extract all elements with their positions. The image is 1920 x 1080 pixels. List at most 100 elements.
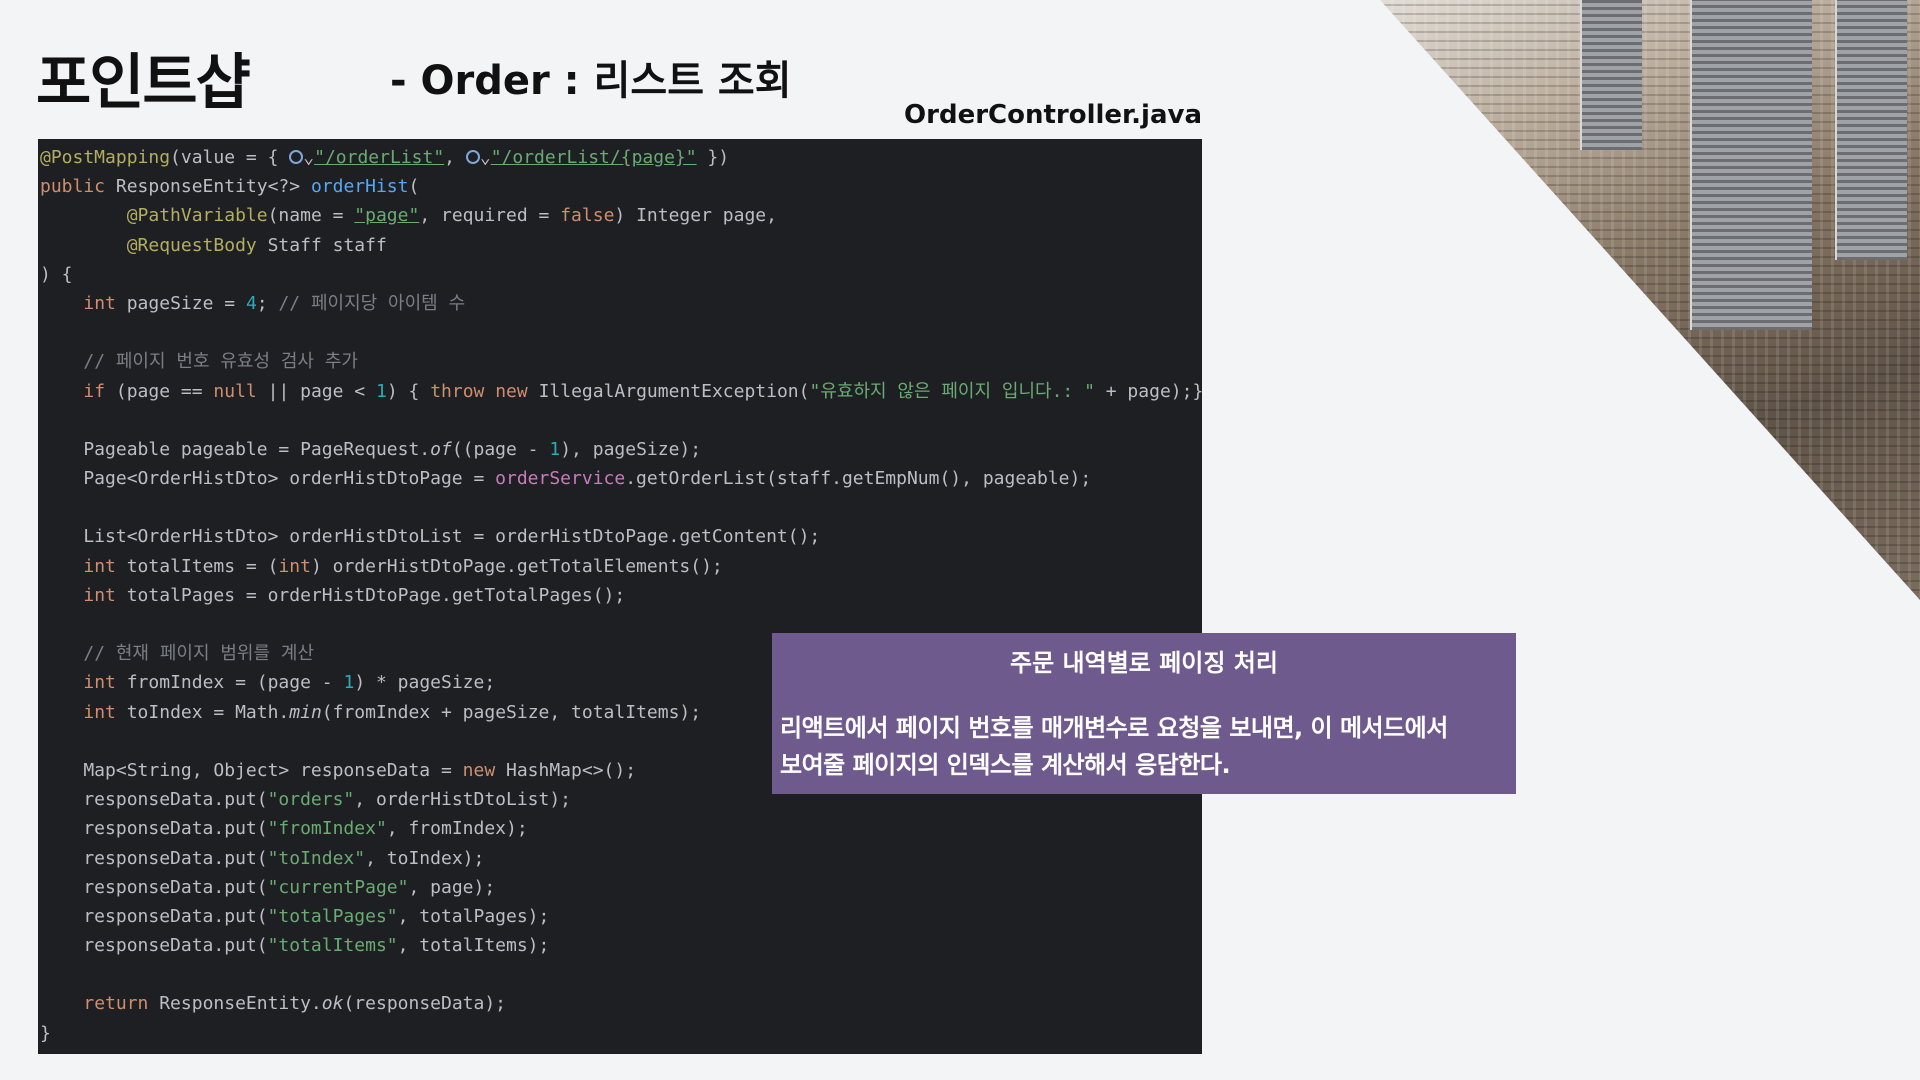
code-token: return (83, 993, 160, 1015)
slide-subtitle: - Order : 리스트 조회 (390, 58, 792, 104)
code-line: List<OrderHistDto> orderHistDtoList = or… (40, 522, 1202, 551)
code-token: // 페이지당 아이템 수 (278, 292, 466, 314)
code-token: ok (321, 993, 344, 1015)
code-token: Staff staff (267, 234, 387, 256)
code-token: throw new (430, 380, 539, 402)
code-token: Page<OrderHistDto> orderHistDtoPage = (40, 468, 496, 490)
code-token: ⌄ (479, 147, 491, 168)
code-token: int (83, 672, 127, 694)
code-token: responseData.put( (40, 847, 268, 869)
code-token: "/orderList/{page}" (490, 147, 697, 168)
code-token: responseData.put( (40, 905, 268, 927)
code-block: @PostMapping(value = { ⌄"/orderList", ⌄"… (38, 139, 1202, 1048)
code-token: new (462, 759, 506, 781)
code-line: int totalItems = (int) orderHistDtoPage.… (40, 552, 1202, 581)
code-token: ; (256, 292, 279, 314)
code-token: 1 (549, 438, 561, 460)
code-token: responseData.put( (40, 789, 268, 811)
code-token: , orderHistDtoList); (354, 789, 572, 811)
code-token: (name = (267, 205, 355, 227)
code-token: ResponseEntity<?> (115, 176, 311, 198)
code-token: Pageable pageable = PageRequest. (40, 438, 431, 460)
code-token: , totalItems); (397, 935, 550, 957)
code-token: 1 (343, 672, 355, 694)
code-token: if (83, 380, 116, 402)
code-token: // 현재 페이지 범위를 계산 (83, 643, 314, 665)
code-token: totalPages = orderHistDtoPage.getTotalPa… (126, 584, 626, 606)
code-token: , fromIndex); (386, 818, 528, 840)
code-line: responseData.put("currentPage", page); (40, 873, 1202, 902)
code-token: 4 (245, 292, 257, 314)
code-token: , (444, 147, 466, 168)
code-panel: @PostMapping(value = { ⌄"/orderList", ⌄"… (38, 139, 1202, 1054)
code-token: , required = (419, 205, 561, 227)
code-line: if (page == null || page < 1) { throw ne… (40, 377, 1202, 406)
code-line: @RequestBody Staff staff (40, 231, 1202, 260)
code-line: int totalPages = orderHistDtoPage.getTot… (40, 581, 1202, 610)
code-token: "orders" (267, 789, 355, 811)
code-token: false (560, 205, 615, 227)
callout-body-line: 리액트에서 페이지 번호를 매개변수로 요청을 보내면, 이 메서드에서 (780, 714, 1448, 742)
city-skyline-photo (1380, 0, 1920, 600)
code-token: int (83, 584, 127, 606)
code-token: (responseData); (343, 993, 507, 1015)
code-token: responseData.put( (40, 818, 268, 840)
code-line: Page<OrderHistDto> orderHistDtoPage = or… (40, 464, 1202, 493)
code-token: int (83, 555, 127, 577)
callout-body: 리액트에서 페이지 번호를 매개변수로 요청을 보내면, 이 메서드에서 보여줄… (780, 710, 1510, 784)
code-token: HashMap<>(); (506, 759, 637, 781)
code-token: + page);} (1094, 380, 1202, 402)
code-token: // 페이지 번호 유효성 검사 추가 (83, 351, 358, 373)
code-token: responseData.put( (40, 935, 268, 957)
code-token: public (40, 176, 116, 198)
code-line: responseData.put("totalItems", totalItem… (40, 931, 1202, 960)
code-token: ), pageSize); (560, 438, 702, 460)
code-line: responseData.put("totalPages", totalPage… (40, 902, 1202, 931)
globe-icon[interactable] (465, 150, 480, 164)
code-token: || page < (267, 380, 376, 402)
code-line: responseData.put("toIndex", toIndex); (40, 844, 1202, 873)
code-token: "page" (354, 205, 420, 227)
globe-icon[interactable] (289, 150, 304, 164)
code-token: } (40, 1022, 51, 1044)
code-token: ) Integer page, (614, 205, 777, 227)
code-token: ) { (40, 263, 73, 285)
code-token: @PostMapping (40, 147, 171, 168)
code-line: Pageable pageable = PageRequest.of((page… (40, 435, 1202, 464)
code-token: , page); (408, 876, 496, 898)
code-token: 1 (375, 380, 387, 402)
code-token: pageSize = (126, 292, 246, 314)
code-token: , toIndex); (365, 847, 485, 869)
code-token: "/orderList" (314, 147, 445, 168)
callout-body-line: 보여줄 페이지의 인덱스를 계산해서 응답한다. (780, 751, 1231, 779)
code-line: responseData.put("fromIndex", fromIndex)… (40, 814, 1202, 843)
code-token: int (278, 555, 311, 577)
code-token: (fromIndex + pageSize, totalItems); (321, 701, 702, 723)
code-token: orderService (495, 468, 626, 490)
callout-title: 주문 내역별로 페이징 처리 (1010, 649, 1278, 677)
code-token: (page == (115, 380, 214, 402)
code-token: , totalPages); (397, 905, 550, 927)
code-token: "totalItems" (267, 935, 398, 957)
code-token: int (83, 292, 127, 314)
code-token: List<OrderHistDto> orderHistDtoList = or… (40, 526, 821, 548)
code-token: toIndex = Math. (126, 701, 290, 723)
code-token: "toIndex" (267, 847, 366, 869)
code-line: @PostMapping(value = { ⌄"/orderList", ⌄"… (40, 143, 1202, 172)
code-token: @RequestBody (126, 234, 268, 256)
code-filename: OrderController.java (904, 100, 1202, 130)
code-line: } (40, 1019, 1202, 1048)
brand-title: 포인트샵 (36, 48, 251, 118)
code-line: return ResponseEntity.ok(responseData); (40, 989, 1202, 1018)
code-token: orderHist (310, 176, 409, 198)
